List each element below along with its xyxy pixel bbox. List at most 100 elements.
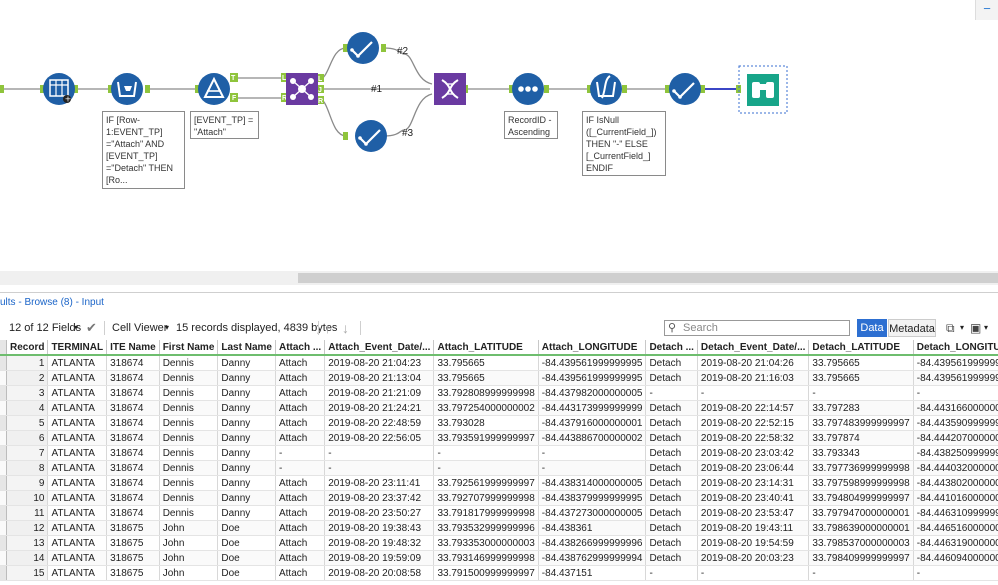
table-cell[interactable]: -84.443802000000005	[913, 475, 998, 491]
record-number-cell[interactable]: 12	[6, 520, 49, 536]
table-cell[interactable]: Attach	[275, 400, 326, 416]
scrollbar-thumb[interactable]	[298, 273, 998, 283]
table-cell[interactable]: 33.795665	[808, 355, 914, 371]
table-cell[interactable]: Attach	[275, 535, 326, 551]
table-cell[interactable]: 318674	[106, 475, 160, 491]
table-cell[interactable]: -84.437916000000001	[538, 415, 647, 431]
table-row[interactable]: 9 ATLANTA 318674 Dennis Danny Attach 2019-08-2…	[0, 475, 998, 491]
table-cell[interactable]: Dennis	[159, 445, 219, 461]
chevron-down-icon[interactable]: ▾	[74, 316, 78, 340]
table-cell[interactable]: 318675	[106, 535, 160, 551]
table-cell[interactable]: Doe	[217, 550, 276, 566]
table-cell[interactable]: Dennis	[159, 490, 219, 506]
browse-check-icon[interactable]	[347, 32, 379, 64]
table-cell[interactable]: Attach	[275, 565, 326, 581]
table-cell[interactable]: -84.446516000000003	[913, 520, 998, 536]
table-cell[interactable]: John	[159, 520, 219, 536]
save-icon[interactable]: ▣	[970, 316, 981, 340]
table-cell[interactable]: 33.795665	[433, 355, 539, 371]
table-cell[interactable]: 33.791817999999998	[433, 505, 539, 521]
table-cell[interactable]: -84.439561999999995	[538, 355, 647, 371]
table-cell[interactable]: John	[159, 550, 219, 566]
table-cell[interactable]: 33.797254000000002	[433, 400, 539, 416]
table-cell[interactable]: -84.438379999999995	[538, 490, 647, 506]
table-cell[interactable]: 2019-08-20 19:59:09	[324, 550, 435, 566]
record-number-cell[interactable]: 2	[6, 370, 49, 386]
table-cell[interactable]: Detach	[645, 445, 698, 461]
table-cell[interactable]: ATLANTA	[47, 415, 108, 431]
table-cell[interactable]: 33.792707999999998	[433, 490, 539, 506]
table-cell[interactable]: ATLANTA	[47, 475, 108, 491]
checkmark-icon[interactable]: ✔	[86, 316, 97, 340]
table-cell[interactable]: Dennis	[159, 370, 219, 386]
table-cell[interactable]: Dennis	[159, 355, 219, 371]
table-cell[interactable]: 33.793353000000003	[433, 535, 539, 551]
column-header[interactable]: Attach_Event_Date/...	[324, 340, 435, 356]
table-cell[interactable]: Attach	[275, 430, 326, 446]
table-cell[interactable]: ATLANTA	[47, 565, 108, 581]
arrow-up-icon[interactable]: ↑	[324, 316, 331, 340]
table-cell[interactable]: -84.443886700000002	[538, 430, 647, 446]
table-cell[interactable]: 2019-08-20 23:40:41	[697, 490, 810, 506]
table-row[interactable]: 4 ATLANTA 318674 Dennis Danny Attach 2019-08-2…	[0, 400, 998, 416]
horizontal-scrollbar[interactable]	[0, 271, 998, 285]
table-cell[interactable]: Doe	[217, 535, 276, 551]
table-cell[interactable]: -	[275, 460, 326, 476]
record-number-cell[interactable]: 4	[6, 400, 49, 416]
table-row[interactable]: 14 ATLANTA 318675 John Doe Attach 2019-08-20 1…	[0, 550, 998, 566]
table-cell[interactable]: 33.797947000000001	[808, 505, 914, 521]
table-cell[interactable]: 2019-08-20 23:37:42	[324, 490, 435, 506]
table-cell[interactable]: 33.797483999999997	[808, 415, 914, 431]
table-cell[interactable]: 318674	[106, 460, 160, 476]
table-cell[interactable]: 318674	[106, 400, 160, 416]
table-cell[interactable]: -84.438361	[538, 520, 647, 536]
table-cell[interactable]: -	[913, 565, 998, 581]
table-cell[interactable]: -84.439561999999995	[913, 370, 998, 386]
table-cell[interactable]: 318674	[106, 385, 160, 401]
table-cell[interactable]: 2019-08-20 23:06:44	[697, 460, 810, 476]
chevron-down-icon[interactable]: ▾	[960, 316, 964, 340]
table-cell[interactable]: 318674	[106, 355, 160, 371]
table-cell[interactable]: 2019-08-20 23:14:31	[697, 475, 810, 491]
metadata-view-button[interactable]: Metadata	[888, 319, 936, 337]
table-cell[interactable]: Danny	[217, 475, 276, 491]
table-row[interactable]: 2 ATLANTA 318674 Dennis Danny Attach 2019-08-2…	[0, 370, 998, 386]
table-cell[interactable]: -84.438314000000005	[538, 475, 647, 491]
table-cell[interactable]: -84.443166000000005	[913, 400, 998, 416]
table-row[interactable]: 10 ATLANTA 318674 Dennis Danny Attach 2019-08-…	[0, 490, 998, 506]
table-cell[interactable]: Attach	[275, 355, 326, 371]
table-cell[interactable]: 33.793146999999998	[433, 550, 539, 566]
table-cell[interactable]: ATLANTA	[47, 445, 108, 461]
table-cell[interactable]: Dennis	[159, 415, 219, 431]
table-cell[interactable]: ATLANTA	[47, 490, 108, 506]
record-number-cell[interactable]: 11	[6, 505, 49, 521]
table-cell[interactable]: Detach	[645, 430, 698, 446]
table-cell[interactable]: Dennis	[159, 505, 219, 521]
table-cell[interactable]: -	[913, 385, 998, 401]
table-cell[interactable]: Detach	[645, 400, 698, 416]
table-cell[interactable]: 33.798409999999997	[808, 550, 914, 566]
table-cell[interactable]: Attach	[275, 490, 326, 506]
arrow-down-icon[interactable]: ↓	[342, 316, 349, 340]
table-cell[interactable]: 33.794804999999997	[808, 490, 914, 506]
table-cell[interactable]: -84.446310999999994	[913, 505, 998, 521]
table-row[interactable]: 13 ATLANTA 318675 John Doe Attach 2019-08-20 1…	[0, 535, 998, 551]
chevron-down-icon[interactable]: ▾	[165, 316, 169, 340]
table-cell[interactable]: ATLANTA	[47, 550, 108, 566]
table-cell[interactable]: 2019-08-20 19:38:43	[324, 520, 435, 536]
table-cell[interactable]: Danny	[217, 460, 276, 476]
table-cell[interactable]: Dennis	[159, 430, 219, 446]
table-cell[interactable]: 2019-08-20 21:21:09	[324, 385, 435, 401]
column-header[interactable]: TERMINAL	[47, 340, 108, 356]
table-cell[interactable]: -	[433, 460, 539, 476]
table-cell[interactable]: 33.793532999999996	[433, 520, 539, 536]
table-cell[interactable]: 33.795665	[433, 370, 539, 386]
table-cell[interactable]: Detach	[645, 415, 698, 431]
column-header[interactable]: Record	[6, 340, 49, 356]
table-cell[interactable]: ATLANTA	[47, 430, 108, 446]
table-cell[interactable]: ATLANTA	[47, 535, 108, 551]
table-row[interactable]: 1 ATLANTA 318674 Dennis Danny Attach 2019-08-2…	[0, 355, 998, 371]
table-cell[interactable]: 33.792808999999998	[433, 385, 539, 401]
table-cell[interactable]: -	[808, 565, 914, 581]
table-cell[interactable]: 2019-08-20 21:24:21	[324, 400, 435, 416]
